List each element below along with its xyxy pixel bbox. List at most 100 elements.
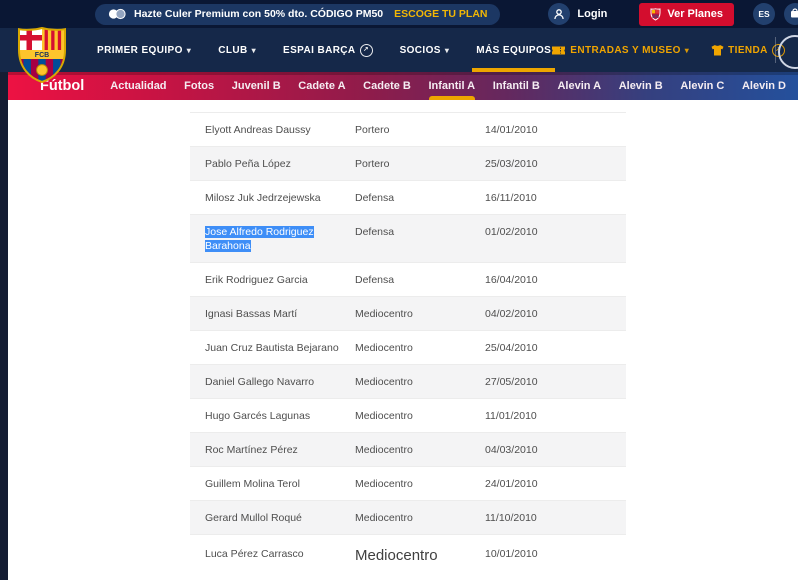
player-birthdate: 01/02/2010 bbox=[485, 225, 626, 239]
chevron-down-icon: ▾ bbox=[685, 46, 689, 55]
player-position: Mediocentro bbox=[355, 341, 485, 355]
table-row[interactable]: Guillem Molina TerolMediocentro24/01/201… bbox=[190, 466, 626, 500]
player-position: Portero bbox=[355, 123, 485, 137]
left-edge-strip bbox=[0, 72, 8, 580]
player-name-cell: Erik Rodriguez Garcia bbox=[190, 273, 355, 287]
table-row[interactable]: Erik Rodriguez GarciaDefensa16/04/2010 bbox=[190, 262, 626, 296]
language-button[interactable]: ES bbox=[753, 3, 775, 25]
chevron-down-icon: ▾ bbox=[252, 46, 256, 55]
table-row[interactable]: Daniel Gallego NavarroMediocentro27/05/2… bbox=[190, 364, 626, 398]
nav-item-label: CLUB bbox=[218, 45, 247, 56]
table-row[interactable]: Ignasi Bassas MartíMediocentro04/02/2010 bbox=[190, 296, 626, 330]
crest-mini-icon bbox=[650, 8, 661, 21]
tab-alevin-d[interactable]: Alevin D bbox=[742, 72, 786, 100]
tab-cadete-a[interactable]: Cadete A bbox=[298, 72, 345, 100]
table-row[interactable]: Luca Pérez CarrascoMediocentro10/01/2010 bbox=[190, 534, 626, 579]
player-name: Roc Martínez Pérez bbox=[205, 444, 298, 456]
player-birthdate: 11/01/2010 bbox=[485, 409, 626, 423]
tab-juvenil-b[interactable]: Juvenil B bbox=[232, 72, 281, 100]
shirt-icon bbox=[711, 45, 724, 56]
player-name: Juan Cruz Bautista Bejarano bbox=[205, 342, 339, 354]
player-name-cell: Ignasi Bassas Martí bbox=[190, 307, 355, 321]
nav-item-label: ENTRADAS Y MUSEO bbox=[570, 45, 681, 56]
login-button[interactable]: Login bbox=[548, 3, 607, 25]
table-row[interactable]: Roc Martínez Pérez Mediocentro04/03/2010 bbox=[190, 432, 626, 466]
player-name-cell: Guillem Molina Terol bbox=[190, 477, 355, 491]
player-name: Elyott Andreas Daussy bbox=[205, 124, 311, 136]
table-row[interactable]: Pablo Peña LópezPortero25/03/2010 bbox=[190, 146, 626, 180]
nav-item-label: MÁS EQUIPOS bbox=[476, 45, 551, 56]
main-menu: PRIMER EQUIPO▾ CLUB ▾ ESPAI BARÇA ↗ SOCIOS▾ MÁ… bbox=[97, 28, 551, 72]
player-name-cell: Juan Cruz Bautista Bejarano bbox=[190, 341, 355, 355]
tab-label: Infantil A bbox=[428, 80, 475, 92]
player-name: Pablo Peña López bbox=[205, 158, 291, 170]
player-name-cell: Jose Alfredo Rodriguez Barahona bbox=[190, 225, 355, 253]
table-row[interactable]: Juan Cruz Bautista BejaranoMediocentro25… bbox=[190, 330, 626, 364]
table-row[interactable]: Hugo Garcés LagunasMediocentro11/01/2010 bbox=[190, 398, 626, 432]
player-birthdate: 14/01/2010 bbox=[485, 123, 626, 137]
nav-item-espai-barca[interactable]: ESPAI BARÇA ↗ bbox=[283, 28, 373, 72]
promo-bar-actions: Login Ver Planes ES bbox=[548, 0, 798, 28]
tab-label: Alevin D bbox=[742, 80, 786, 92]
player-position: Mediocentro bbox=[355, 375, 485, 389]
nav-item-entradas-y-museo[interactable]: ENTRADAS Y MUSEO ▾ bbox=[551, 28, 689, 72]
player-position: Defensa bbox=[355, 273, 485, 287]
player-name-cell: Gerard Mullol Roqué bbox=[190, 511, 355, 525]
promo-cta-link[interactable]: ESCOGE TU PLAN bbox=[394, 8, 487, 20]
nav-item-socios[interactable]: SOCIOS▾ bbox=[400, 28, 450, 72]
player-birthdate: 04/02/2010 bbox=[485, 307, 626, 321]
nav-item-tienda[interactable]: TIENDA↗ bbox=[711, 28, 785, 72]
player-name: Daniel Gallego Navarro bbox=[205, 376, 314, 388]
tab-alevin-c[interactable]: Alevin C bbox=[680, 72, 724, 100]
tab-alevin-b[interactable]: Alevin B bbox=[619, 72, 663, 100]
player-name: Milosz Juk Jedrzejewska bbox=[205, 192, 321, 204]
promo-message: Hazte Culer Premium con 50% dto. CÓDIGO … bbox=[134, 8, 383, 20]
tab-label: Juvenil B bbox=[232, 80, 281, 92]
tab-actualidad[interactable]: Actualidad bbox=[110, 72, 166, 100]
tab-infantil-a[interactable]: Infantil A bbox=[428, 72, 475, 100]
ver-planes-button[interactable]: Ver Planes bbox=[639, 3, 734, 26]
nav-item-club[interactable]: CLUB ▾ bbox=[218, 28, 256, 72]
player-birthdate: 04/03/2010 bbox=[485, 443, 626, 457]
player-birthdate: 16/11/2010 bbox=[485, 191, 626, 205]
active-tab-underline bbox=[429, 96, 475, 100]
tab-cadete-b[interactable]: Cadete B bbox=[363, 72, 411, 100]
fcb-crest-logo[interactable]: FCB bbox=[16, 26, 68, 89]
nav-item-mas-equipos[interactable]: MÁS EQUIPOS bbox=[476, 28, 551, 72]
player-position: Mediocentro bbox=[355, 443, 485, 457]
section-bar: Fútbol ActualidadFotosJuvenil BCadete AC… bbox=[8, 72, 798, 100]
promo-banner[interactable]: Hazte Culer Premium con 50% dto. CÓDIGO … bbox=[95, 4, 500, 25]
player-birthdate: 24/01/2010 bbox=[485, 477, 626, 491]
player-name-cell: Hugo Garcés Lagunas bbox=[190, 409, 355, 423]
ver-planes-label: Ver Planes bbox=[667, 8, 723, 20]
table-row[interactable]: Jose Alfredo Rodriguez BarahonaDefensa01… bbox=[190, 214, 626, 262]
table-row[interactable]: Milosz Juk JedrzejewskaDefensa16/11/2010 bbox=[190, 180, 626, 214]
nav-item-primer-equipo[interactable]: PRIMER EQUIPO▾ bbox=[97, 28, 191, 72]
player-position: Mediocentro bbox=[355, 477, 485, 491]
team-tabs: Actualidad Fotos Juvenil B Cadete A Cadete B… bbox=[110, 72, 786, 100]
tab-label: Cadete A bbox=[298, 80, 345, 92]
player-birthdate: 11/10/2010 bbox=[485, 511, 626, 525]
page: Hazte Culer Premium con 50% dto. CÓDIGO … bbox=[0, 0, 798, 580]
tab-label: Alevin A bbox=[557, 80, 601, 92]
shop-icon[interactable] bbox=[784, 3, 798, 25]
player-position: Defensa bbox=[355, 225, 485, 239]
venn-circles-icon bbox=[108, 8, 127, 20]
external-link-icon: ↗ bbox=[360, 44, 373, 57]
player-name-cell: Elyott Andreas Daussy bbox=[190, 123, 355, 137]
player-name: Erik Rodriguez Garcia bbox=[205, 274, 308, 286]
player-name-cell: Pablo Peña López bbox=[190, 157, 355, 171]
tab-alevin-a[interactable]: Alevin A bbox=[557, 72, 601, 100]
player-name: Ignasi Bassas Martí bbox=[205, 308, 297, 320]
chevron-down-icon: ▾ bbox=[445, 46, 449, 55]
nav-item-label: ESPAI BARÇA bbox=[283, 45, 356, 56]
player-name: Luca Pérez Carrasco bbox=[205, 548, 304, 560]
tab-label: Alevin C bbox=[680, 80, 724, 92]
player-name-cell: Daniel Gallego Navarro bbox=[190, 375, 355, 389]
player-birthdate: 25/03/2010 bbox=[485, 157, 626, 171]
tab-infantil-b[interactable]: Infantil B bbox=[493, 72, 540, 100]
player-name: Gerard Mullol Roqué bbox=[205, 512, 302, 524]
table-row[interactable]: Gerard Mullol RoquéMediocentro11/10/2010 bbox=[190, 500, 626, 534]
table-row[interactable]: Elyott Andreas Daussy Portero14/01/2010 bbox=[190, 112, 626, 146]
tab-fotos[interactable]: Fotos bbox=[184, 72, 214, 100]
